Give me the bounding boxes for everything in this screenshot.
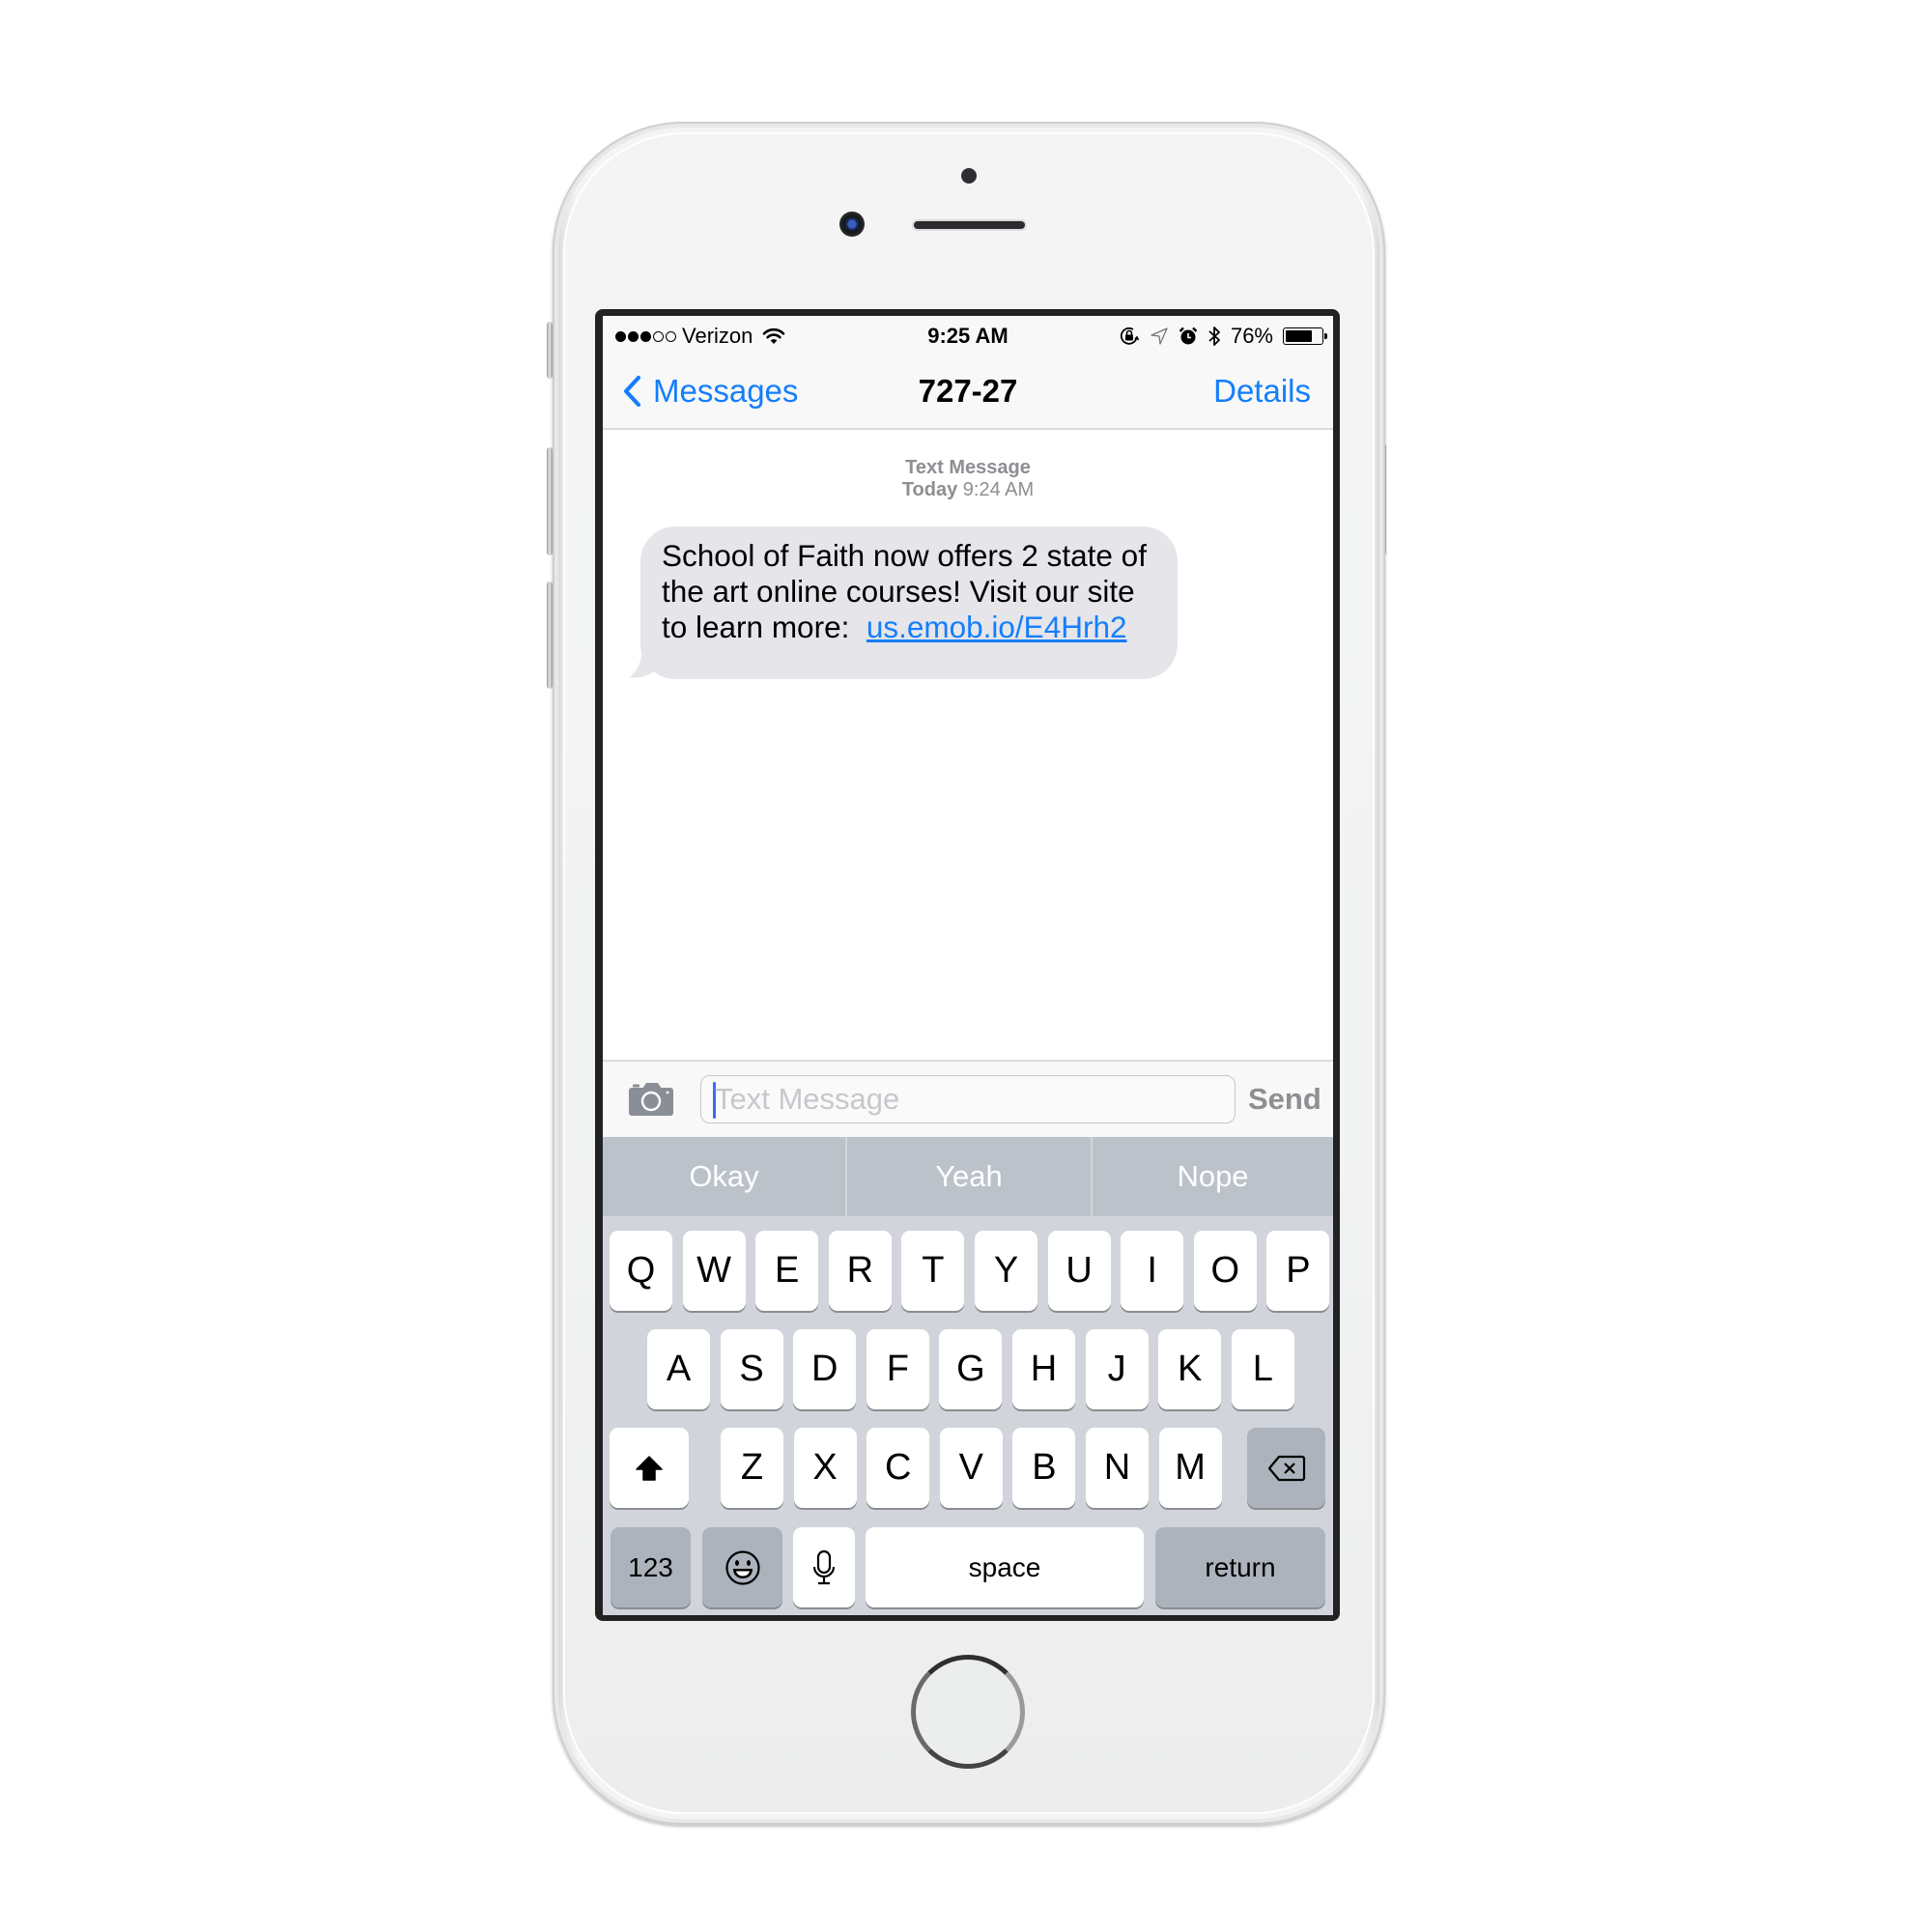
key-b[interactable]: B: [1012, 1428, 1076, 1508]
message-input-bar: Send: [603, 1060, 1333, 1137]
key-g[interactable]: G: [939, 1329, 1003, 1409]
navigation-bar: Messages 727-27 Details: [603, 355, 1333, 430]
key-s[interactable]: S: [720, 1329, 783, 1409]
key-j[interactable]: J: [1085, 1329, 1149, 1409]
key-q[interactable]: Q: [610, 1231, 672, 1311]
quicktype-suggestion[interactable]: Yeah: [847, 1137, 1091, 1216]
message-timestamp: Today 9:24 AM: [603, 479, 1333, 501]
message-input[interactable]: [715, 1076, 1217, 1122]
status-bar: Verizon 9:25 AM 76%: [603, 316, 1333, 355]
conversation-area[interactable]: Text Message Today 9:24 AM School of Fai…: [603, 430, 1333, 1060]
key-e[interactable]: E: [755, 1231, 819, 1311]
key-o[interactable]: O: [1193, 1231, 1257, 1311]
space-key[interactable]: space: [866, 1527, 1144, 1607]
alarm-icon: [1179, 327, 1198, 346]
timestamp-day: Today: [901, 479, 958, 500]
microphone-icon: [812, 1549, 836, 1584]
shift-key[interactable]: [610, 1428, 689, 1508]
timestamp-time: 9:24 AM: [962, 479, 1035, 500]
screen: Verizon 9:25 AM 76% Messages 727-27 Deta…: [603, 316, 1333, 1615]
key-p[interactable]: P: [1266, 1231, 1330, 1311]
key-z[interactable]: Z: [721, 1428, 783, 1508]
key-a[interactable]: A: [647, 1329, 710, 1409]
send-button[interactable]: Send: [1248, 1062, 1321, 1137]
key-f[interactable]: F: [866, 1329, 929, 1409]
key-c[interactable]: C: [867, 1428, 930, 1508]
message-type-label: Text Message: [905, 457, 1031, 478]
keyboard: 123 space return QWERTYUIOP ASDFGHJKL ZXCV…: [603, 1216, 1333, 1615]
battery-percent: 76%: [1230, 324, 1273, 348]
proximity-sensor: [961, 168, 977, 184]
key-h[interactable]: H: [1012, 1329, 1075, 1409]
back-button[interactable]: Messages: [622, 355, 798, 428]
message-text-field[interactable]: [700, 1075, 1236, 1123]
incoming-message-bubble[interactable]: School of Faith now offers 2 state of th…: [640, 526, 1178, 679]
quicktype-suggestion[interactable]: Nope: [1093, 1137, 1333, 1216]
key-r[interactable]: R: [828, 1231, 892, 1311]
details-button[interactable]: Details: [1213, 355, 1311, 428]
backspace-icon: [1267, 1455, 1305, 1481]
camera-button[interactable]: [629, 1083, 673, 1116]
rotation-lock-icon: [1119, 326, 1140, 347]
emoji-icon: [724, 1549, 760, 1585]
key-m[interactable]: M: [1158, 1428, 1222, 1508]
key-x[interactable]: X: [793, 1428, 857, 1508]
key-n[interactable]: N: [1086, 1428, 1149, 1508]
emoji-key[interactable]: [702, 1527, 782, 1607]
bluetooth-icon: [1208, 325, 1221, 348]
key-u[interactable]: U: [1047, 1231, 1111, 1311]
key-y[interactable]: Y: [975, 1231, 1037, 1311]
message-timestamp-header: Text Message Today 9:24 AM: [603, 457, 1333, 501]
battery-icon: [1283, 327, 1327, 345]
chevron-left-icon: [623, 375, 641, 408]
numbers-key[interactable]: 123: [611, 1527, 691, 1607]
quicktype-bar: Okay Yeah Nope: [603, 1137, 1333, 1216]
earpiece-speaker: [914, 221, 1025, 229]
return-key[interactable]: return: [1155, 1527, 1325, 1607]
key-k[interactable]: K: [1158, 1329, 1222, 1409]
key-v[interactable]: V: [939, 1428, 1003, 1508]
key-t[interactable]: T: [901, 1231, 965, 1311]
key-w[interactable]: W: [682, 1231, 746, 1311]
back-button-label: Messages: [653, 373, 799, 409]
quicktype-suggestion[interactable]: Okay: [603, 1137, 845, 1216]
front-camera: [839, 212, 865, 237]
shift-arrow-icon: [636, 1455, 663, 1481]
delete-key[interactable]: [1247, 1428, 1325, 1508]
location-icon: [1150, 327, 1169, 346]
key-d[interactable]: D: [793, 1329, 857, 1409]
key-l[interactable]: L: [1231, 1329, 1294, 1409]
dictation-key[interactable]: [793, 1527, 855, 1607]
key-i[interactable]: I: [1121, 1231, 1184, 1311]
message-link[interactable]: us.emob.io/E4Hrh2: [867, 610, 1127, 644]
home-button[interactable]: [911, 1655, 1025, 1769]
camera-icon: [629, 1083, 673, 1116]
